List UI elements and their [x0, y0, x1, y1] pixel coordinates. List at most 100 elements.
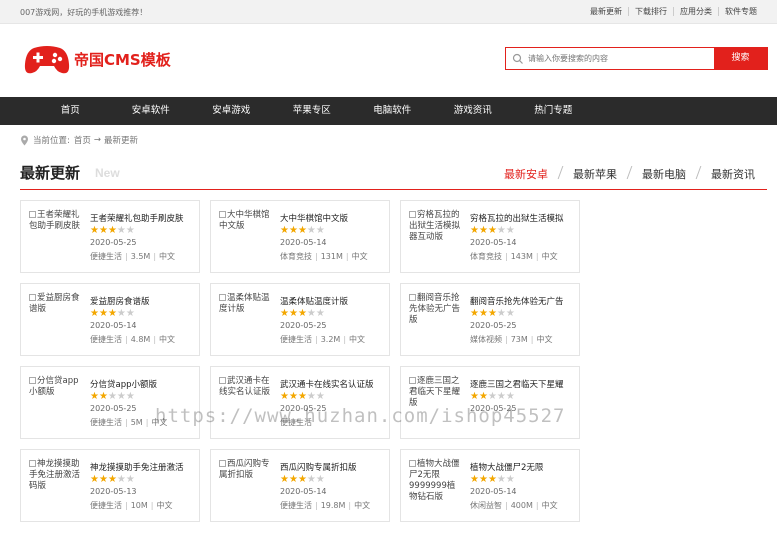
- search-box: 搜索: [505, 47, 768, 70]
- search-icon: [512, 53, 523, 64]
- app-category: 便捷生活: [90, 252, 122, 261]
- app-name[interactable]: 大中华棋馆中文版: [280, 212, 388, 224]
- app-name[interactable]: 穷格瓦拉的出狱生活模拟: [470, 212, 578, 224]
- meta-separator: |: [125, 335, 128, 344]
- star-icon: ★: [280, 225, 289, 236]
- rating-stars: ★★★★★: [90, 308, 135, 319]
- app-thumbnail[interactable]: 王者荣耀礼包助手刷皮肤: [29, 210, 81, 232]
- app-thumbnail[interactable]: 植物大战僵尸2无限9999999植物钻石版: [409, 459, 461, 503]
- star-icon: ★: [315, 308, 325, 319]
- star-icon: ★: [496, 474, 506, 485]
- tab-latest-pc[interactable]: 最新电脑: [630, 166, 698, 182]
- app-card[interactable]: 武汉通卡在线实名认证版 武汉通卡在线实名认证版 ★★★★★ 2020-05-25 便捷生…: [210, 366, 390, 439]
- meta-separator: |: [343, 335, 347, 344]
- app-thumbnail[interactable]: 爱益厨房食谱版: [29, 293, 81, 315]
- thumbnail-alt-text: 王者荣耀礼包助手刷皮肤: [29, 210, 81, 231]
- broken-image-icon: [219, 294, 226, 301]
- app-meta: 便捷生活 | 10M | 中文: [90, 500, 173, 511]
- star-icon: ★: [478, 391, 488, 402]
- meta-separator: |: [530, 335, 534, 344]
- app-thumbnail[interactable]: 武汉通卡在线实名认证版: [219, 376, 271, 398]
- nav-item-android-apps[interactable]: 安卓软件: [111, 97, 192, 125]
- app-thumbnail[interactable]: 分信贷app小额版: [29, 376, 81, 398]
- app-thumbnail[interactable]: 大中华棋馆中文版: [219, 210, 271, 232]
- nav-item-home[interactable]: 首页: [30, 97, 111, 125]
- tab-latest-news[interactable]: 最新资讯: [699, 166, 767, 182]
- top-link-categories[interactable]: 应用分类: [673, 7, 718, 16]
- app-card[interactable]: 西瓜闪购专属折扣版 西瓜闪购专属折扣版 ★★★★★ 2020-05-14 便捷生活 | 19…: [210, 449, 390, 522]
- nav-item-android-games[interactable]: 安卓游戏: [191, 97, 272, 125]
- star-icon: ★: [125, 391, 135, 402]
- breadcrumb-current: 最新更新: [104, 136, 139, 146]
- star-icon: ★: [297, 474, 307, 485]
- meta-separator: |: [150, 501, 154, 510]
- star-icon: ★: [280, 474, 289, 485]
- app-card[interactable]: 植物大战僵尸2无限9999999植物钻石版 植物大战僵尸2无限 ★★★★★ 2020-…: [400, 449, 580, 522]
- top-link-topics[interactable]: 软件专题: [718, 7, 763, 16]
- rating-stars: ★★★★★: [280, 474, 325, 485]
- app-name[interactable]: 植物大战僵尸2无限: [470, 461, 578, 473]
- nav-item-game-news[interactable]: 游戏资讯: [433, 97, 514, 125]
- star-icon: ★: [470, 391, 479, 402]
- meta-separator: |: [153, 335, 157, 344]
- app-category: 体育竞技: [280, 252, 312, 261]
- meta-separator: |: [125, 501, 128, 510]
- broken-image-icon: [409, 460, 416, 467]
- app-card[interactable]: 大中华棋馆中文版 大中华棋馆中文版 ★★★★★ 2020-05-14 体育竞技 | 131M…: [210, 200, 390, 273]
- rating-stars: ★★★★★: [280, 225, 325, 236]
- nav-item-hot-topics[interactable]: 热门专题: [513, 97, 594, 125]
- app-card[interactable]: 神龙摸摸助手免注册激活码版 神龙摸摸助手免注册激活 ★★★★★ 2020-05-13 便…: [20, 449, 200, 522]
- app-name[interactable]: 温柔体贴温度计版: [280, 295, 388, 307]
- star-icon: ★: [306, 225, 316, 236]
- search-button[interactable]: 搜索: [714, 48, 767, 69]
- top-link-latest[interactable]: 最新更新: [584, 7, 628, 16]
- search-input[interactable]: [528, 54, 708, 63]
- app-name[interactable]: 王者荣耀礼包助手刷皮肤: [90, 212, 198, 224]
- app-thumbnail[interactable]: 神龙摸摸助手免注册激活码版: [29, 459, 81, 492]
- app-thumbnail[interactable]: 逐鹿三国之君临天下星耀版: [409, 376, 461, 409]
- top-link-ranking[interactable]: 下载排行: [628, 7, 673, 16]
- app-name[interactable]: 西瓜闪购专属折扣版: [280, 461, 388, 473]
- app-card[interactable]: 逐鹿三国之君临天下星耀版 逐鹿三国之君临天下星耀 ★★★★★ 2020-05-25: [400, 366, 580, 439]
- tab-latest-apple[interactable]: 最新苹果: [561, 166, 629, 182]
- app-category: 便捷生活: [280, 501, 312, 510]
- app-thumbnail[interactable]: 西瓜闪购专属折扣版: [219, 459, 271, 481]
- app-name[interactable]: 分信贷app小额版: [90, 378, 198, 390]
- app-meta: 便捷生活 | 5M | 中文: [90, 417, 167, 428]
- app-name[interactable]: 爱益厨房食谱版: [90, 295, 198, 307]
- section-tabs: 最新安卓 最新苹果 最新电脑 最新资讯: [492, 166, 767, 182]
- site-logo[interactable]: 帝国CMS模板: [24, 42, 171, 76]
- tab-latest-android[interactable]: 最新安卓: [492, 166, 560, 182]
- star-icon: ★: [280, 391, 289, 402]
- app-card[interactable]: 爱益厨房食谱版 爱益厨房食谱版 ★★★★★ 2020-05-14 便捷生活 | 4.8M | 中…: [20, 283, 200, 356]
- app-language: 中文: [541, 252, 558, 261]
- app-category: 便捷生活: [280, 335, 312, 344]
- app-card[interactable]: 穷格瓦拉的出狱生活模拟器互动版 穷格瓦拉的出狱生活模拟 ★★★★★ 2020-05-1…: [400, 200, 580, 273]
- broken-image-icon: [219, 211, 226, 218]
- app-card[interactable]: 翻阅音乐抢先体验无广告版 翻阅音乐抢先体验无广告 ★★★★★ 2020-05-25 媒体…: [400, 283, 580, 356]
- main-nav: 首页 安卓软件 安卓游戏 苹果专区 电脑软件 游戏资讯 热门专题: [0, 97, 777, 125]
- star-icon: ★: [90, 308, 99, 319]
- star-icon: ★: [297, 308, 307, 319]
- nav-item-apple[interactable]: 苹果专区: [272, 97, 353, 125]
- app-card[interactable]: 温柔体贴温度计版 温柔体贴温度计版 ★★★★★ 2020-05-25 便捷生活 | 3.2M…: [210, 283, 390, 356]
- rating-stars: ★★★★★: [90, 474, 135, 485]
- breadcrumb-label: 当前位置:: [33, 136, 70, 146]
- app-thumbnail[interactable]: 翻阅音乐抢先体验无广告版: [409, 293, 461, 326]
- meta-separator: |: [505, 252, 508, 261]
- app-name[interactable]: 神龙摸摸助手免注册激活: [90, 461, 198, 473]
- app-name[interactable]: 翻阅音乐抢先体验无广告: [470, 295, 578, 307]
- app-name[interactable]: 逐鹿三国之君临天下星耀: [470, 378, 578, 390]
- star-icon: ★: [496, 391, 506, 402]
- app-thumbnail[interactable]: 穷格瓦拉的出狱生活模拟器互动版: [409, 210, 461, 243]
- star-icon: ★: [478, 308, 488, 319]
- app-name[interactable]: 武汉通卡在线实名认证版: [280, 378, 388, 390]
- app-card[interactable]: 分信贷app小额版 分信贷app小额版 ★★★★★ 2020-05-25 便捷生活 | 5M…: [20, 366, 200, 439]
- app-date: 2020-05-14: [90, 321, 137, 330]
- app-thumbnail[interactable]: 温柔体贴温度计版: [219, 293, 271, 315]
- nav-item-pc-software[interactable]: 电脑软件: [352, 97, 433, 125]
- app-language: 中文: [151, 418, 168, 427]
- breadcrumb-home[interactable]: 首页: [74, 134, 91, 146]
- app-card[interactable]: 王者荣耀礼包助手刷皮肤 王者荣耀礼包助手刷皮肤 ★★★★★ 2020-05-25 便捷生…: [20, 200, 200, 273]
- search-field: [506, 48, 714, 69]
